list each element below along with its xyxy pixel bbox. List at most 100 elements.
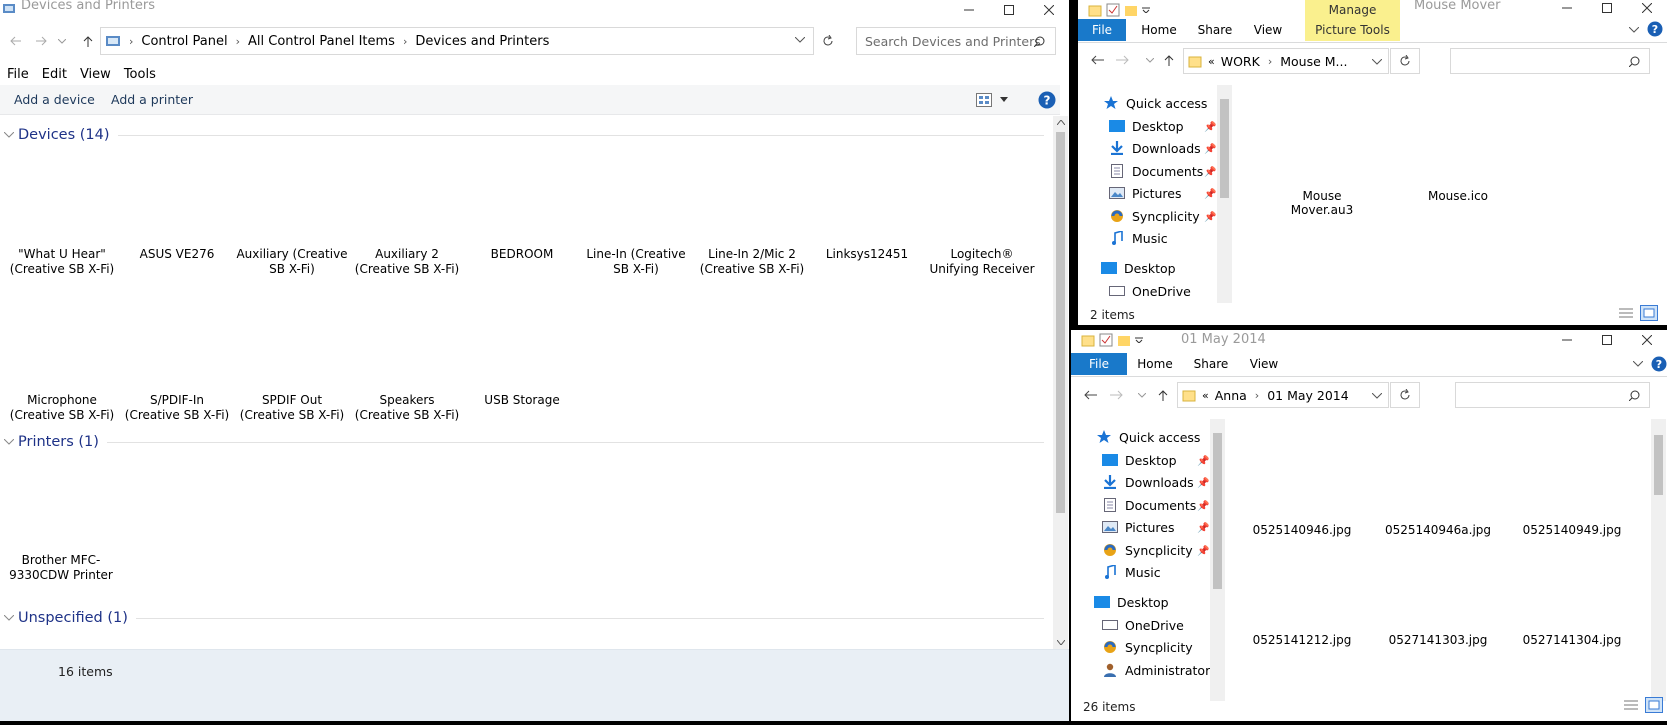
up-button[interactable] xyxy=(75,28,101,54)
nav-desktop[interactable]: Desktop xyxy=(1101,449,1177,471)
group-printers[interactable]: Printers (1) xyxy=(0,431,1050,453)
view-dropdown-icon[interactable] xyxy=(1000,97,1008,102)
nav-pictures[interactable]: Pictures xyxy=(1108,182,1182,204)
device-item[interactable]: USB Storage xyxy=(466,393,578,408)
device-item[interactable]: Auxiliary 2 (Creative SB X-Fi) xyxy=(351,247,463,277)
maximize-button[interactable] xyxy=(1587,0,1627,18)
scrollbar-thumb[interactable] xyxy=(1056,132,1065,513)
nav-music[interactable]: Music xyxy=(1108,227,1168,249)
file-item[interactable]: 0527141303.jpg xyxy=(1383,633,1493,647)
breadcrumb-devices-printers[interactable]: Devices and Printers xyxy=(415,34,549,49)
breadcrumb-anna[interactable]: Anna xyxy=(1215,388,1247,403)
close-button[interactable] xyxy=(1627,0,1667,18)
tab-view[interactable]: View xyxy=(1239,353,1289,375)
nav-documents[interactable]: Documents xyxy=(1108,160,1203,182)
tab-share[interactable]: Share xyxy=(1190,19,1240,41)
nav-administrator[interactable]: Administrator xyxy=(1101,659,1210,681)
group-devices[interactable]: Devices (14) xyxy=(0,124,1050,146)
file-item[interactable]: Mouse.ico xyxy=(1408,189,1508,203)
device-item[interactable]: S/PDIF-In (Creative SB X-Fi) xyxy=(121,393,233,423)
menu-view[interactable]: View xyxy=(80,67,111,82)
nav-scrollbar[interactable] xyxy=(1210,419,1225,701)
refresh-button[interactable] xyxy=(1390,382,1420,408)
device-item[interactable]: Linksys12451 xyxy=(811,247,923,262)
address-bar[interactable]: « Anna › 01 May 2014 xyxy=(1177,382,1389,408)
minimize-button[interactable] xyxy=(949,0,989,20)
tab-home[interactable]: Home xyxy=(1134,19,1184,41)
address-bar[interactable]: « WORK › Mouse M... xyxy=(1183,48,1389,74)
nav-syncplicity[interactable]: Syncplicity xyxy=(1101,539,1193,561)
breadcrumb-control-panel[interactable]: Control Panel xyxy=(141,34,227,49)
content-scrollbar[interactable] xyxy=(1651,419,1666,701)
menu-tools[interactable]: Tools xyxy=(124,67,156,82)
nav-downloads[interactable]: Downloads xyxy=(1108,137,1201,159)
maximize-button[interactable] xyxy=(989,0,1029,20)
chevron-down-icon[interactable] xyxy=(795,37,805,43)
nav-onedrive[interactable]: OneDrive xyxy=(1108,280,1191,302)
close-button[interactable] xyxy=(1627,330,1667,350)
device-item[interactable]: Auxiliary (Creative SB X-Fi) xyxy=(236,247,348,277)
address-bar[interactable]: › Control Panel › All Control Panel Item… xyxy=(100,27,814,55)
tab-share[interactable]: Share xyxy=(1183,353,1239,375)
nav-music[interactable]: Music xyxy=(1101,561,1161,583)
menu-edit[interactable]: Edit xyxy=(42,67,67,82)
minimize-button[interactable] xyxy=(1547,330,1587,350)
tab-home[interactable]: Home xyxy=(1127,353,1183,375)
file-item[interactable]: 0525140949.jpg xyxy=(1517,523,1627,537)
group-unspecified[interactable]: Unspecified (1) xyxy=(0,607,1050,629)
forward-button[interactable] xyxy=(29,28,55,54)
device-item[interactable]: Line-In (Creative SB X-Fi) xyxy=(580,247,692,277)
add-device-button[interactable]: Add a device xyxy=(14,92,95,107)
nav-quick-access[interactable]: Quick access xyxy=(1102,92,1207,114)
breadcrumb-all-items[interactable]: All Control Panel Items xyxy=(248,34,395,49)
tab-picture-tools[interactable]: Picture Tools xyxy=(1305,19,1400,41)
back-button[interactable] xyxy=(2,28,28,54)
tab-manage[interactable]: Manage xyxy=(1305,0,1400,19)
breadcrumb-mouse-mover[interactable]: Mouse M... xyxy=(1280,54,1347,69)
nav-syncplicity[interactable]: Syncplicity xyxy=(1108,205,1200,227)
maximize-button[interactable] xyxy=(1587,330,1627,350)
nav-onedrive[interactable]: OneDrive xyxy=(1101,614,1184,636)
file-item[interactable]: Mouse Mover.au3 xyxy=(1272,189,1372,217)
nav-documents[interactable]: Documents xyxy=(1101,494,1196,516)
nav-pictures[interactable]: Pictures xyxy=(1101,516,1175,538)
nav-syncplicity-root[interactable]: Syncplicity xyxy=(1101,636,1193,658)
device-item[interactable]: "What U Hear" (Creative SB X-Fi) xyxy=(6,247,118,277)
refresh-button[interactable] xyxy=(815,28,841,54)
search-input[interactable] xyxy=(1450,48,1650,74)
nav-quick-access[interactable]: Quick access xyxy=(1095,426,1200,448)
view-options-icon[interactable] xyxy=(976,93,992,107)
device-item[interactable]: BEDROOM xyxy=(466,247,578,262)
search-input[interactable]: Search Devices and Printers xyxy=(856,27,1056,55)
tab-view[interactable]: View xyxy=(1246,19,1290,41)
tab-file[interactable]: File xyxy=(1078,19,1126,41)
minimize-button[interactable] xyxy=(1547,0,1587,18)
nav-desktop[interactable]: Desktop xyxy=(1108,115,1184,137)
breadcrumb-work[interactable]: WORK xyxy=(1221,54,1260,69)
add-printer-button[interactable]: Add a printer xyxy=(111,92,193,107)
nav-downloads[interactable]: Downloads xyxy=(1101,471,1194,493)
device-item[interactable]: Microphone (Creative SB X-Fi) xyxy=(6,393,118,423)
nav-scrollbar[interactable] xyxy=(1217,85,1232,303)
file-item[interactable]: 0527141304.jpg xyxy=(1517,633,1627,647)
device-item[interactable]: SPDIF Out (Creative SB X-Fi) xyxy=(236,393,348,423)
device-item[interactable]: Line-In 2/Mic 2 (Creative SB X-Fi) xyxy=(696,247,808,277)
nav-desktop-root[interactable]: Desktop xyxy=(1100,257,1176,279)
recent-locations-button[interactable] xyxy=(54,28,70,54)
file-item[interactable]: 0525141212.jpg xyxy=(1247,633,1357,647)
breadcrumb-01-may-2014[interactable]: 01 May 2014 xyxy=(1267,388,1349,403)
tab-file[interactable]: File xyxy=(1071,353,1127,375)
close-button[interactable] xyxy=(1029,0,1069,20)
search-input[interactable] xyxy=(1455,382,1650,408)
nav-desktop-root[interactable]: Desktop xyxy=(1093,591,1169,613)
menu-file[interactable]: File xyxy=(7,67,29,82)
help-icon[interactable]: ? xyxy=(1038,91,1056,109)
file-item[interactable]: 0525140946a.jpg xyxy=(1383,523,1493,537)
device-item[interactable]: Logitech® Unifying Receiver xyxy=(926,247,1038,277)
file-item[interactable]: 0525140946.jpg xyxy=(1247,523,1357,537)
device-item[interactable]: ASUS VE276 xyxy=(121,247,233,262)
printer-item[interactable]: Brother MFC-9330CDW Printer xyxy=(6,553,116,583)
scrollbar[interactable] xyxy=(1053,116,1068,649)
device-item[interactable]: Speakers (Creative SB X-Fi) xyxy=(351,393,463,423)
refresh-button[interactable] xyxy=(1390,48,1420,74)
